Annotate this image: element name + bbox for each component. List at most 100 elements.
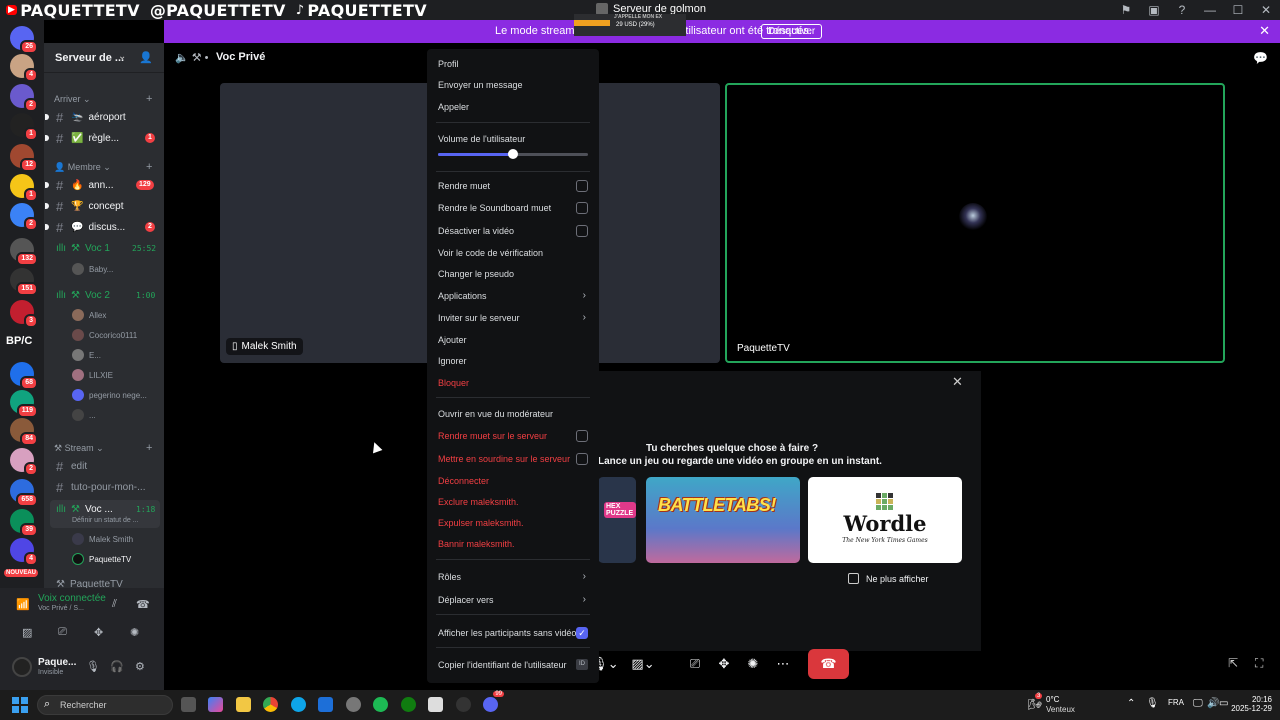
inbox-icon[interactable]: ▣ (1140, 3, 1168, 17)
taskbar-clock[interactable]: 20:16 2025-12-29 (1228, 695, 1272, 713)
server-icon[interactable]: 39 (10, 509, 38, 537)
chevron-down-icon[interactable]: ⌄ (118, 51, 126, 62)
server-icon-text[interactable]: BP/C (6, 335, 32, 347)
server-icon[interactable]: 151 (10, 268, 38, 296)
server-icon[interactable]: 68 (10, 362, 38, 390)
settings-gear-icon[interactable]: ⚙ (135, 660, 145, 673)
voice-user[interactable]: pegerino nege... (72, 386, 147, 404)
spotify-icon[interactable] (373, 697, 388, 712)
signal-icon[interactable]: 📶 (16, 598, 30, 611)
voice-user[interactable]: Cocorico0111 (72, 326, 137, 344)
voice-location[interactable]: Voc Privé / S... (38, 605, 84, 612)
channel-aeroport[interactable]: # 🛬 aéroport (56, 108, 126, 126)
invite-people-icon[interactable]: 👤 (139, 51, 153, 64)
disable-streamer-button[interactable]: Désactiver (761, 24, 823, 39)
soundboard-button[interactable]: ✺ (738, 649, 768, 679)
menu-show-non-video[interactable]: Afficher les participants sans vidéo ✓ (438, 624, 588, 642)
checkbox-checked[interactable]: ✓ (576, 627, 588, 639)
close-banner-icon[interactable]: ✕ (1259, 23, 1270, 39)
volume-knob[interactable] (508, 149, 518, 159)
voice-user[interactable]: LILXIE (72, 366, 113, 384)
category-stream[interactable]: ⚒ Stream ⌄ + (54, 442, 152, 454)
checkbox[interactable] (576, 180, 588, 192)
volume-icon[interactable]: 🔊 (1207, 698, 1219, 709)
server-icon[interactable]: 12 (10, 144, 38, 172)
obs-icon[interactable] (456, 697, 471, 712)
menu-roles[interactable]: Rôles › (438, 568, 588, 586)
xbox-icon[interactable] (401, 697, 416, 712)
server-icon[interactable]: 3 (10, 300, 38, 328)
voice-channel-next[interactable]: ⚒ PaquetteTV (56, 575, 123, 589)
edge-icon[interactable] (291, 697, 306, 712)
voice-user[interactable]: Malek Smith (72, 530, 133, 548)
home-button[interactable]: 26 (10, 26, 38, 54)
menu-server-deafen[interactable]: Mettre en sourdine sur le serveur (438, 450, 588, 468)
menu-disconnect[interactable]: Déconnecter (438, 472, 588, 490)
menu-ban[interactable]: Bannir maleksmith. (438, 535, 588, 553)
server-icon[interactable]: 2 (10, 84, 38, 112)
checkbox[interactable] (848, 573, 859, 584)
chat-bubble-icon[interactable]: 💬 (1253, 51, 1268, 65)
maximize-button[interactable]: ☐ (1224, 3, 1252, 17)
voice-user[interactable]: E... (72, 346, 101, 364)
menu-mute[interactable]: Rendre muet (438, 177, 588, 195)
category-arriver[interactable]: Arriver ⌄ + (54, 93, 152, 105)
menu-copy-user-id[interactable]: Copier l'identifiant de l'utilisateur ID (438, 656, 588, 674)
menu-call[interactable]: Appeler (438, 98, 588, 116)
settings-icon[interactable] (346, 697, 361, 712)
hang-up-button[interactable]: ☎ (808, 649, 849, 679)
game-card-hex-puzzle[interactable]: HEX PUZZLE (598, 477, 636, 563)
server-icon[interactable]: 132 (10, 238, 38, 266)
channel-concept[interactable]: # 🏆 concept (56, 197, 123, 215)
monitor-icon[interactable]: 🖵 (1193, 698, 1203, 709)
screen-share-button[interactable]: ⎚ (680, 649, 710, 679)
menu-server-mute[interactable]: Rendre muet sur le serveur (438, 427, 588, 445)
game-card-battletabs[interactable]: BATTLETABS! (646, 477, 800, 563)
camera-off-icon[interactable]: ▨ (22, 626, 32, 639)
avatar[interactable] (12, 657, 32, 677)
server-icon[interactable]: 4 (10, 54, 38, 82)
server-icon[interactable]: 1 (10, 174, 38, 202)
menu-kick[interactable]: Expulser maleksmith. (438, 514, 588, 532)
channel-status[interactable]: Définir un statut de ... (72, 517, 139, 524)
discord-icon[interactable]: 99 (483, 691, 504, 712)
server-header[interactable]: Serveur de ... ⌄ 👤 (44, 43, 164, 73)
language-indicator[interactable]: FRA (1168, 698, 1184, 707)
menu-profil[interactable]: Profil (438, 55, 588, 73)
voice-channel-voc1[interactable]: ıllı ⚒ Voc 1 25:52 (56, 239, 156, 257)
flag-icon[interactable]: ⚑ (1112, 3, 1140, 17)
server-icon[interactable]: 2 (10, 203, 38, 231)
close-window-button[interactable]: ✕ (1252, 3, 1280, 17)
server-icon[interactable]: 2 (10, 448, 38, 476)
add-channel-icon[interactable]: + (146, 161, 152, 173)
close-icon[interactable]: ✕ (952, 374, 963, 390)
menu-block[interactable]: Bloquer (438, 374, 588, 392)
voice-user[interactable]: Allex (72, 306, 106, 324)
menu-send-message[interactable]: Envoyer un message (438, 76, 588, 94)
checkbox[interactable] (576, 430, 588, 442)
channel-tuto[interactable]: # tuto-pour-mon-... (56, 478, 145, 496)
mail-icon[interactable] (318, 697, 333, 712)
channel-edit[interactable]: # edit (56, 457, 87, 475)
minimize-button[interactable]: — (1196, 3, 1224, 17)
menu-moderator-view[interactable]: Ouvrir en vue du modérateur (438, 405, 588, 423)
microphone-icon[interactable]: 🎙 (86, 660, 100, 673)
menu-add-friend[interactable]: Ajouter (438, 331, 588, 349)
help-icon[interactable]: ? (1168, 3, 1196, 17)
menu-invite-server[interactable]: Inviter sur le serveur › (438, 309, 588, 327)
user-name[interactable]: Paque... (38, 657, 76, 668)
menu-applications[interactable]: Applications › (438, 287, 588, 305)
server-icon[interactable]: 84 (10, 418, 38, 446)
voice-user[interactable]: ... (72, 406, 96, 424)
camera-button[interactable]: ▨⌄ (628, 649, 658, 679)
menu-mute-soundboard[interactable]: Rendre le Soundboard muet (438, 199, 588, 217)
checkbox[interactable] (576, 202, 588, 214)
voice-user[interactable]: PaquetteTV (72, 550, 131, 568)
menu-ignore[interactable]: Ignorer (438, 352, 588, 370)
voice-channel-voc2[interactable]: ıllı ⚒ Voc 2 1:00 (56, 286, 155, 304)
menu-verification-code[interactable]: Voir le code de vérification (438, 244, 588, 262)
soundboard-icon[interactable]: ✺ (130, 626, 139, 639)
server-icon[interactable]: 4 (10, 538, 38, 566)
activities-button[interactable]: ✥ (709, 649, 739, 679)
copilot-icon[interactable] (208, 697, 223, 712)
